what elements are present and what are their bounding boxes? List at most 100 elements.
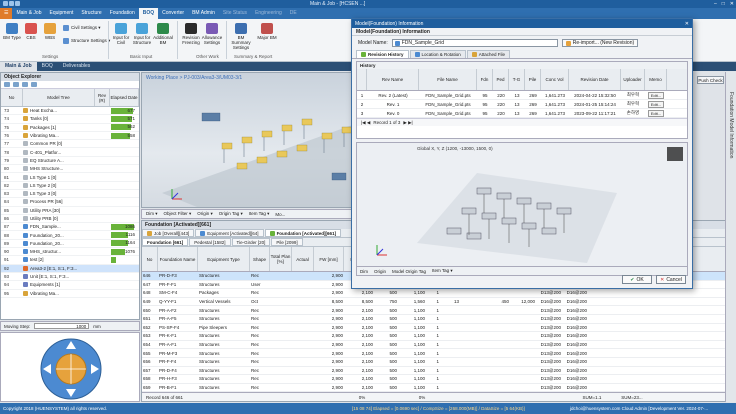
history-col-header[interactable]: Conc Vol (541, 69, 569, 90)
navigation-wheel-icon[interactable] (1, 333, 141, 403)
tab-converter[interactable]: Converter (158, 8, 188, 19)
item-tag-dropdown[interactable]: Item Tag ▾ (249, 211, 270, 217)
tree-row[interactable]: 94 Equipments [1] (1, 281, 139, 290)
tree-row[interactable]: 74 Tanks [0] 571 (1, 115, 139, 124)
refresh-icon[interactable] (31, 82, 37, 87)
doc-tab-main-job[interactable]: Main & Job (0, 62, 37, 71)
tab-foundation[interactable]: Foundation [661] (142, 238, 189, 246)
history-col-header[interactable]: Pile (525, 69, 541, 90)
history-col-header[interactable]: Ped (493, 69, 509, 90)
grid-row[interactable]: 656 PR-F-F4 Structures Rec 2,900 2,100 500 1,10… (142, 358, 730, 367)
history-col-header[interactable]: File Name (419, 69, 477, 90)
reimport-button[interactable]: Re-import... (New Revision) (561, 39, 639, 47)
revision-freezing-button[interactable]: Revision Freezing (180, 21, 202, 45)
tree-row[interactable]: 88 Foundation_20... 1116 (1, 231, 139, 240)
origin-tag-dropdown[interactable]: Origin Tag ▾ (219, 211, 243, 217)
grid-row[interactable]: 650 PR-A-F2 Structures Rec 2,900 2,100 500 1,10… (142, 306, 730, 315)
tree-row[interactable]: 75 Packages [1] 562 (1, 124, 139, 132)
grid-row[interactable]: 657 PR-D-F4 Structures Rec 2,900 2,100 500 1,10… (142, 367, 730, 376)
tree-row[interactable]: 79 EQ Structure A... (1, 157, 139, 166)
record-navigator[interactable]: Record 646 of 661 (142, 395, 322, 400)
grid-col-header[interactable]: Actual (292, 247, 314, 271)
tree-row[interactable]: 73 Heat Excha... 677 (1, 107, 139, 116)
grid-col-header[interactable]: No (142, 247, 158, 271)
history-col-header[interactable]: Memo (645, 69, 667, 90)
col-no[interactable]: No (1, 89, 23, 106)
civil-settings-dropdown[interactable]: Civil Settings ▾ (63, 25, 101, 31)
grid-row[interactable]: 655 PR-M-F3 Structures Rec 2,900 2,100 500 1,10… (142, 349, 730, 358)
grid-row[interactable]: 648 SM-C-F4 Packages Rec 2,900 2,100 500 1,100 1… (142, 289, 730, 298)
ok-button[interactable]: ✔ OK (622, 275, 652, 284)
grid-row[interactable]: 651 PR-A-F5 Structures Rec 2,900 2,100 500 1,10… (142, 315, 730, 324)
object-filter-dropdown[interactable]: Object Filter ▾ (164, 211, 192, 217)
maximize-button[interactable]: □ (722, 1, 725, 7)
history-row[interactable]: 1 Rev. 2 (Latest) FDN_Sample_Grid.pts 95 220… (357, 91, 687, 100)
close-button[interactable]: ✕ (730, 1, 734, 7)
expand-icon[interactable] (4, 82, 10, 87)
dialog-title-bar[interactable]: Model(Foundation) Information ✕ (352, 19, 692, 28)
preview-dim-button[interactable]: Dim (360, 269, 368, 274)
tree-row[interactable]: 89 Foundation_20... 1164 (1, 240, 139, 249)
dialog-close-icon[interactable]: ✕ (685, 21, 689, 27)
right-dock-strip[interactable]: Foundation Model Information (725, 72, 736, 402)
history-row[interactable]: 3 Rev. 0 FDN_Sample_Grid.pts 95 220 13 269 1,64… (357, 109, 687, 118)
tab-revision-history[interactable]: Revision History (356, 50, 409, 58)
memo-edit-button[interactable]: Edit... (647, 91, 665, 99)
tree-row[interactable]: 84 Process PR [56] (1, 198, 139, 207)
tab-structure[interactable]: Structure (77, 8, 105, 19)
explorer-toolbar[interactable] (1, 81, 139, 89)
cancel-button[interactable]: ✕ Cancel (656, 275, 686, 284)
preview-origin-button[interactable]: Origin (374, 269, 386, 274)
history-col-header[interactable]: Revision Date (569, 69, 621, 90)
quick-access-toolbar[interactable] (3, 1, 23, 7)
preview-item-tag-dropdown[interactable]: Item Tag ▾ (432, 268, 453, 274)
tree-row[interactable]: 77 Common PR [0] (1, 140, 139, 149)
tab-location-rotation[interactable]: Location & Rotation (409, 50, 466, 58)
tab-attached-file[interactable]: Attached File (466, 50, 511, 58)
col-model-tree[interactable]: Model Tree (23, 89, 95, 106)
memo-edit-button[interactable]: Edit... (647, 100, 665, 108)
tree-row[interactable]: 83 LS Type 3 [0] (1, 190, 139, 199)
col-elapsed[interactable]: Elapsed Date (110, 89, 139, 106)
tree-row[interactable]: 95 Vibrating Ma... (1, 290, 139, 298)
tree-row[interactable]: 82 LS Type 2 [0] (1, 182, 139, 190)
input-for-structure-button[interactable]: Input for Structure (131, 21, 153, 45)
input-for-civil-button[interactable]: Input for Civil (110, 21, 132, 45)
grid-col-header[interactable]: Equipment Type (198, 247, 250, 271)
col-rev[interactable]: Rev (R) (95, 89, 110, 106)
tab-site-status[interactable]: Site Status (219, 8, 251, 19)
wbs-button[interactable]: WBS (39, 21, 61, 40)
grid-row[interactable]: 649 Q-YY-F1 Vertical Vessels Oct 8,500 8,500 7… (142, 298, 730, 307)
tree-row[interactable]: 81 LS Type 1 [0] (1, 173, 139, 182)
tree-row[interactable]: 91 test [2] (1, 256, 139, 265)
tree-row[interactable]: 78 C-401_Platfor... (1, 148, 139, 157)
tree-row[interactable]: 80 MHS Structure... (1, 165, 139, 174)
tree-row[interactable]: 92 Area3-2 [E:1, S:1, F:3... (1, 264, 139, 273)
tree-row[interactable]: 76 Vibrating Ma... 558 (1, 132, 139, 141)
grid-row[interactable]: 659 PR-B-F1 Structures Rec 2,900 2,100 500 1,10… (142, 384, 730, 393)
push-check-button[interactable]: Push Check (697, 76, 724, 84)
tree-row[interactable]: 93 Unit [E:1, S:1, F:3... (1, 273, 139, 282)
tab-job-overall[interactable]: Job [Overall][443] (142, 229, 195, 237)
tab-equipment-activated[interactable]: Equipment [Activated][64] (195, 229, 264, 237)
tab-de[interactable]: DE (286, 8, 301, 19)
grid-col-header[interactable]: Foundation Name (158, 247, 198, 271)
tab-main-job[interactable]: Main & Job (12, 8, 45, 19)
grid-row[interactable]: 654 PR-A-F1 Structures Rec 2,900 2,100 500 1,10… (142, 341, 730, 350)
collapse-icon[interactable] (13, 82, 19, 87)
major-bm-button[interactable]: Major BM (256, 21, 278, 40)
additional-bm-button[interactable]: Additional BM (152, 21, 174, 45)
tab-engineering[interactable]: Engineering (251, 8, 286, 19)
grid-col-header[interactable]: Shape (250, 247, 270, 271)
grid-col-header[interactable]: Total Plan [%] (270, 247, 292, 271)
bm-summary-settings-button[interactable]: BM Summary Settings (230, 21, 252, 50)
history-record-nav[interactable]: |◀ ◀ Record 1 of 3 ▶ ▶| (357, 118, 687, 126)
doc-tab-deliverables[interactable]: Deliverables (58, 62, 96, 71)
tab-equipment[interactable]: Equipment (46, 8, 78, 19)
preview-model-origin-tag-button[interactable]: Model Origin Tag (392, 269, 426, 274)
right-dock-label[interactable]: Foundation Model Information (728, 92, 734, 158)
history-row[interactable]: 2 Rev. 1 FDN_Sample_Grid.pts 95 220 13 269 1,64… (357, 100, 687, 109)
tab-file[interactable]: ☰ (0, 8, 13, 19)
origin-dropdown[interactable]: Origin ▾ (197, 211, 213, 217)
moving-step-input[interactable]: 1000 (34, 323, 90, 329)
